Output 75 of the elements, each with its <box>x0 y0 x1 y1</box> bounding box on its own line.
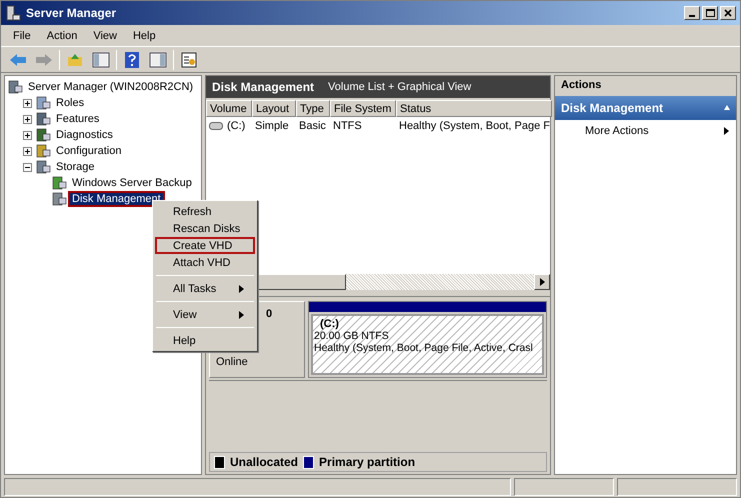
minimize-button[interactable] <box>684 6 700 20</box>
action-item[interactable]: More Actions <box>555 120 736 142</box>
legend-label: Unallocated <box>230 455 298 469</box>
help-icon <box>125 52 139 68</box>
column-header[interactable]: Status <box>396 100 552 117</box>
column-header[interactable]: File System <box>330 100 396 117</box>
tree-item[interactable]: Features <box>54 113 102 125</box>
pane-icon <box>92 52 110 68</box>
maximize-icon <box>706 9 714 17</box>
tree-item[interactable]: Configuration <box>54 145 124 157</box>
table-cell: Healthy (System, Boot, Page F <box>399 120 550 132</box>
server-icon <box>7 80 23 94</box>
legend-label: Primary partition <box>319 455 416 469</box>
expand-icon[interactable] <box>23 146 32 156</box>
tree-item[interactable]: Roles <box>54 97 86 109</box>
disk-number: 0 <box>266 308 274 320</box>
server-icon <box>5 5 21 21</box>
folder-icon <box>67 52 83 66</box>
computer-icon <box>35 128 51 142</box>
actions-section[interactable]: Disk Management <box>555 96 736 120</box>
computer-icon <box>35 144 51 158</box>
table-cell: NTFS <box>333 120 362 132</box>
column-header[interactable]: Type <box>296 100 330 117</box>
menu-item[interactable]: Help <box>126 28 162 44</box>
menu-item[interactable]: View <box>155 306 255 323</box>
panel-title: Disk Management <box>212 80 314 94</box>
tree-item[interactable]: Diagnostics <box>54 129 115 141</box>
computer-icon <box>35 96 51 110</box>
computer-icon <box>51 176 67 190</box>
partition-name: (C:) <box>319 318 340 330</box>
menu-item[interactable]: All Tasks <box>155 280 255 297</box>
column-header[interactable]: Layout <box>252 100 296 117</box>
partition[interactable]: (C:) 20.00 GB NTFS Healthy (System, Boot, Page File, Active, Crasl <box>308 301 547 378</box>
scroll-right-icon <box>540 278 544 286</box>
tree-item[interactable]: Disk Management <box>70 193 163 205</box>
window-title: Server Manager <box>26 6 116 20</box>
drive-icon <box>209 122 223 130</box>
forward-arrow-icon <box>35 52 53 66</box>
column-header[interactable]: Volume <box>206 100 252 117</box>
table-cell: (C:) <box>227 120 246 132</box>
computer-icon <box>35 160 51 174</box>
menu-item[interactable]: Attach VHD <box>155 254 255 271</box>
tree-item[interactable]: Storage <box>54 161 97 173</box>
expand-icon[interactable] <box>23 130 32 140</box>
maximize-button[interactable] <box>702 6 718 20</box>
expand-icon[interactable] <box>23 114 32 124</box>
close-button[interactable] <box>720 6 736 20</box>
computer-icon <box>35 112 51 126</box>
partition-status: Healthy (System, Boot, Page File, Active, Crasl <box>314 342 534 354</box>
collapse-icon <box>724 104 730 112</box>
disk-status: Online <box>216 356 249 368</box>
submenu-icon <box>239 284 245 292</box>
tree-item[interactable]: Windows Server Backup <box>70 177 194 189</box>
collapse-icon[interactable] <box>23 162 32 172</box>
menu-item[interactable]: Help <box>155 332 255 349</box>
menu-item[interactable]: Refresh <box>155 203 255 220</box>
menu-item[interactable]: File <box>7 28 37 44</box>
actions-title: Actions <box>555 76 736 96</box>
tree-item[interactable]: Server Manager (WIN2008R2CN) <box>26 81 196 93</box>
menu-item[interactable]: Create VHD <box>155 237 255 254</box>
disk-icon <box>51 192 67 206</box>
menu-item[interactable]: Action <box>40 28 84 44</box>
back-arrow-icon <box>9 52 27 66</box>
menu-item[interactable]: View <box>87 28 123 44</box>
table-cell: Simple <box>255 120 289 132</box>
partition-size: 20.00 GB NTFS <box>314 330 390 342</box>
view-label: Volume List + Graphical View <box>328 81 472 93</box>
close-icon <box>724 9 732 17</box>
submenu-icon <box>724 127 730 135</box>
pane-icon <box>149 52 167 68</box>
properties-icon <box>181 52 197 68</box>
submenu-icon <box>239 310 245 318</box>
expand-icon[interactable] <box>23 98 32 108</box>
table-cell: Basic <box>299 120 326 132</box>
menu-item[interactable]: Rescan Disks <box>155 220 255 237</box>
